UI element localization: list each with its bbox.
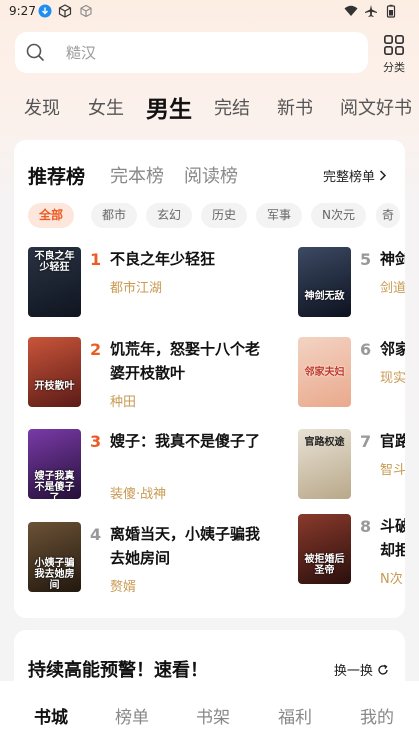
tab-reading-rank[interactable]: 阅读榜: [184, 162, 238, 188]
download-icon: [38, 4, 52, 18]
battery-icon: [386, 4, 396, 18]
channel-tabs: 发现 女生 男生 完结 新书 阅文好书: [0, 86, 419, 126]
book-cover: 官路权途: [298, 429, 351, 499]
refresh-button[interactable]: 换一换: [334, 660, 389, 679]
tab-completed-rank[interactable]: 完本榜: [110, 162, 164, 188]
cover-text: 官路权途: [304, 437, 345, 448]
chip-military[interactable]: 军事: [256, 203, 303, 228]
book-tag: 种田: [110, 395, 137, 410]
bottom-nav: 书城 榜单 书架 福利 我的: [0, 681, 419, 745]
chip-fantasy[interactable]: 玄幻: [146, 203, 193, 228]
book-item[interactable]: 神剑无敌 5 神剑 剑道: [298, 247, 405, 319]
book-item[interactable]: 小姨子骗我去她房间 4 离婚当天，小姨子骗我去她房间 赘婿: [28, 522, 328, 595]
nav-bookshelf[interactable]: 书架: [196, 703, 230, 728]
category-button[interactable]: 分类: [376, 32, 412, 76]
search-placeholder: 糙汉: [66, 44, 97, 62]
tab-completed[interactable]: 完结: [214, 94, 250, 120]
wifi-icon: [344, 5, 358, 16]
chevron-right-icon: [379, 170, 387, 181]
cube-icon: [58, 4, 72, 18]
tab-recommend-rank[interactable]: 推荐榜: [28, 162, 85, 189]
search-icon: [26, 43, 44, 61]
cover-text: 被拒婚后圣帝: [304, 554, 345, 576]
book-tag: 智斗: [380, 463, 405, 478]
rank-number: 2: [90, 340, 102, 359]
status-bar: 9:27: [0, 0, 419, 24]
nav-welfare[interactable]: 福利: [278, 703, 312, 728]
rank-number: 3: [90, 432, 102, 451]
book-title: 邻家: [380, 340, 405, 358]
chip-urban[interactable]: 都市: [91, 203, 138, 228]
book-item[interactable]: 开枝散叶 2 饥荒年，怒娶十八个老婆开枝散叶 种田: [28, 337, 328, 410]
book-item[interactable]: 不良之年少轻狂 1 不良之年少轻狂 都市江湖: [28, 247, 328, 319]
cover-text: 嫂子我真不是傻子了: [34, 471, 75, 499]
cover-text: 小姨子骗我去她房间: [34, 558, 75, 591]
status-time: 9:27: [9, 4, 36, 18]
book-item[interactable]: 被拒婚后圣帝 8 斗破却拒 N次: [298, 514, 405, 587]
tab-discover[interactable]: 发现: [24, 94, 60, 120]
book-title: 斗破却拒: [380, 517, 405, 559]
cover-text: 邻家夫妇: [304, 367, 345, 378]
book-cover: 嫂子我真不是傻子了: [28, 429, 81, 499]
book-cover: 小姨子骗我去她房间: [28, 522, 81, 592]
airplane-icon: [365, 5, 377, 17]
book-item[interactable]: 邻家夫妇 6 邻家 现实: [298, 337, 405, 409]
refresh-label: 换一换: [333, 664, 373, 679]
book-item[interactable]: 嫂子我真不是傻子了 3 嫂子：我真不是傻子了 装傻·战神: [28, 429, 328, 502]
book-cover: 邻家夫妇: [298, 337, 351, 407]
book-tag: 都市江湖: [110, 281, 163, 296]
nav-bookstore[interactable]: 书城: [34, 703, 68, 728]
rank-number: 4: [90, 525, 102, 544]
book-cover: 开枝散叶: [28, 337, 81, 407]
rank-number: 1: [90, 250, 102, 269]
book-title: 神剑: [380, 250, 405, 268]
book-title: 官路: [380, 432, 405, 450]
rank-number: 8: [360, 517, 372, 536]
refresh-icon: [378, 664, 388, 675]
book-cover: 被拒婚后圣帝: [298, 514, 351, 584]
chip-more[interactable]: 奇: [376, 203, 401, 228]
tab-new-books[interactable]: 新书: [277, 94, 313, 120]
cube-outline-icon: [80, 4, 92, 18]
chip-n-dimension[interactable]: N次元: [311, 203, 366, 228]
cover-text: 神剑无敌: [304, 291, 345, 302]
cover-text: 开枝散叶: [34, 381, 75, 392]
tab-male[interactable]: 男生: [146, 90, 192, 124]
book-title: 嫂子：我真不是傻子了: [110, 432, 261, 450]
nav-mine[interactable]: 我的: [360, 703, 394, 728]
search-box[interactable]: 糙汉: [15, 32, 368, 73]
book-cover: 神剑无敌: [298, 247, 351, 317]
tab-yuewen-good-books[interactable]: 阅文好书: [340, 94, 412, 120]
book-item[interactable]: 官路权途 7 官路 智斗: [298, 429, 405, 501]
genre-chips: 全部 都市 玄幻 历史 军事 N次元 奇: [28, 203, 405, 229]
book-tag: 现实: [380, 371, 405, 386]
full-list-label: 完整榜单: [322, 170, 375, 185]
book-title: 离婚当天，小姨子骗我去她房间: [110, 525, 261, 567]
rank-number: 7: [360, 432, 372, 451]
category-label: 分类: [383, 61, 405, 74]
chip-all[interactable]: 全部: [28, 203, 75, 228]
book-cover: 不良之年少轻狂: [28, 247, 81, 317]
book-tag: 赘婿: [110, 580, 137, 595]
full-list-link[interactable]: 完整榜单: [323, 166, 387, 185]
section-title: 持续高能预警！速看！: [28, 660, 208, 681]
chip-history[interactable]: 历史: [201, 203, 248, 228]
ranking-card: 推荐榜 完本榜 阅读榜 完整榜单 全部 都市 玄幻 历史 军事 N次元 奇 不良…: [14, 140, 405, 618]
book-title: 不良之年少轻狂: [110, 250, 216, 268]
cover-text: 不良之年少轻狂: [34, 251, 75, 273]
nav-rankings[interactable]: 榜单: [115, 703, 149, 728]
grid-icon: [384, 35, 404, 55]
tab-female[interactable]: 女生: [88, 94, 124, 120]
rank-number: 6: [360, 340, 372, 359]
book-title: 饥荒年，怒娶十八个老婆开枝散叶: [110, 340, 261, 382]
book-tag: N次: [380, 572, 403, 587]
book-tag: 剑道: [380, 281, 405, 296]
rank-number: 5: [360, 250, 372, 269]
book-tag: 装傻·战神: [110, 487, 167, 502]
